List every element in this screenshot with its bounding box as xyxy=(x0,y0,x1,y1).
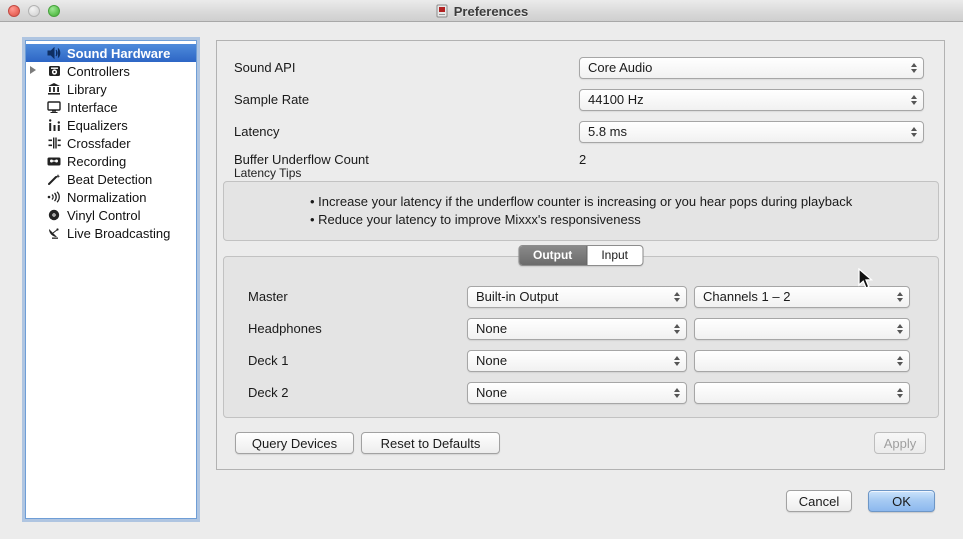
sound-api-value: Core Audio xyxy=(588,58,905,78)
sidebar-item-recording[interactable]: Recording xyxy=(26,152,196,170)
satellite-dish-icon xyxy=(46,226,62,240)
sound-api-row: Sound API Core Audio xyxy=(217,57,944,79)
sample-rate-select[interactable]: 44100 Hz xyxy=(579,89,924,111)
deck2-row: Deck 2 None xyxy=(224,382,938,404)
latency-select[interactable]: 5.8 ms xyxy=(579,121,924,143)
sidebar-item-label: Beat Detection xyxy=(67,172,152,187)
sidebar-item-live-broadcasting[interactable]: Live Broadcasting xyxy=(26,224,196,242)
stepper-arrows-icon xyxy=(668,287,686,307)
title-bar: Preferences xyxy=(0,0,963,22)
tab-output[interactable]: Output xyxy=(519,246,587,265)
headphones-row: Headphones None xyxy=(224,318,938,340)
sample-rate-label: Sample Rate xyxy=(234,89,309,111)
sidebar-item-normalization[interactable]: Normalization xyxy=(26,188,196,206)
preferences-window: { "window": { "title": "Preferences" }, … xyxy=(0,0,963,539)
master-device-select[interactable]: Built-in Output xyxy=(467,286,687,308)
sidebar-item-beat-detection[interactable]: Beat Detection xyxy=(26,170,196,188)
headphones-channel-select[interactable] xyxy=(694,318,910,340)
equalizer-bars-icon xyxy=(46,118,62,132)
sidebar-item-label: Library xyxy=(67,82,107,97)
controller-icon xyxy=(46,64,62,78)
sidebar-item-label: Equalizers xyxy=(67,118,128,133)
headphones-device-select[interactable]: None xyxy=(467,318,687,340)
master-label: Master xyxy=(248,286,288,308)
stepper-arrows-icon xyxy=(905,58,923,78)
tab-input[interactable]: Input xyxy=(587,246,642,265)
deck1-row: Deck 1 None xyxy=(224,350,938,372)
latency-tip-2: Reduce your latency to improve Mixxx's r… xyxy=(310,211,852,229)
cancel-button[interactable]: Cancel xyxy=(786,490,852,512)
vinyl-disc-icon xyxy=(46,208,62,222)
deck1-device-select[interactable]: None xyxy=(467,350,687,372)
stepper-arrows-icon xyxy=(891,319,909,339)
sidebar-item-label: Live Broadcasting xyxy=(67,226,170,241)
latency-row: Latency 5.8 ms xyxy=(217,121,944,143)
master-channel-value: Channels 1 – 2 xyxy=(703,287,891,307)
deck2-channel-select[interactable] xyxy=(694,382,910,404)
buffer-underflow-row: Buffer Underflow Count 2 xyxy=(217,149,944,171)
latency-label: Latency xyxy=(234,121,280,143)
window-title: Preferences xyxy=(454,4,528,19)
preferences-sidebar: Sound Hardware Controllers Library Inter… xyxy=(25,40,197,519)
sidebar-item-library[interactable]: Library xyxy=(26,80,196,98)
sound-hardware-panel: Sound API Core Audio Sample Rate 44100 H… xyxy=(216,40,945,470)
sidebar-item-label: Sound Hardware xyxy=(67,46,170,61)
stepper-arrows-icon xyxy=(668,383,686,403)
output-group-box: Master Built-in Output Channels 1 – 2 He… xyxy=(223,256,939,418)
cassette-icon xyxy=(46,154,62,168)
library-icon xyxy=(46,82,62,96)
apply-button[interactable]: Apply xyxy=(874,432,926,454)
headphones-label: Headphones xyxy=(248,318,322,340)
deck1-label: Deck 1 xyxy=(248,350,288,372)
monitor-icon xyxy=(46,100,62,114)
master-channel-select[interactable]: Channels 1 – 2 xyxy=(694,286,910,308)
sample-rate-row: Sample Rate 44100 Hz xyxy=(217,89,944,111)
reset-to-defaults-button[interactable]: Reset to Defaults xyxy=(361,432,500,454)
stepper-arrows-icon xyxy=(668,351,686,371)
sidebar-item-controllers[interactable]: Controllers xyxy=(26,62,196,80)
ok-button[interactable]: OK xyxy=(868,490,935,512)
latency-tip-1: Increase your latency if the underflow c… xyxy=(310,193,852,211)
sound-api-label: Sound API xyxy=(234,57,295,79)
io-tab-bar: Output Input xyxy=(518,245,643,266)
deck1-device-value: None xyxy=(476,351,668,371)
headphones-device-value: None xyxy=(476,319,668,339)
master-row: Master Built-in Output Channels 1 – 2 xyxy=(224,286,938,308)
crossfader-icon xyxy=(46,136,62,150)
sound-waves-icon xyxy=(46,190,62,204)
sidebar-item-label: Normalization xyxy=(67,190,146,205)
sound-api-select[interactable]: Core Audio xyxy=(579,57,924,79)
stepper-arrows-icon xyxy=(905,90,923,110)
sidebar-item-label: Controllers xyxy=(67,64,130,79)
deck2-device-select[interactable]: None xyxy=(467,382,687,404)
stepper-arrows-icon xyxy=(891,287,909,307)
sample-rate-value: 44100 Hz xyxy=(588,90,905,110)
sidebar-item-sound-hardware[interactable]: Sound Hardware xyxy=(26,44,196,62)
latency-tips-label: Latency Tips xyxy=(234,166,301,180)
sidebar-item-label: Vinyl Control xyxy=(67,208,140,223)
sidebar-item-equalizers[interactable]: Equalizers xyxy=(26,116,196,134)
sidebar-item-vinyl-control[interactable]: Vinyl Control xyxy=(26,206,196,224)
deck2-label: Deck 2 xyxy=(248,382,288,404)
sidebar-item-label: Crossfader xyxy=(67,136,131,151)
sidebar-item-label: Interface xyxy=(67,100,118,115)
stepper-arrows-icon xyxy=(891,351,909,371)
stepper-arrows-icon xyxy=(905,122,923,142)
deck2-device-value: None xyxy=(476,383,668,403)
sidebar-item-interface[interactable]: Interface xyxy=(26,98,196,116)
query-devices-button[interactable]: Query Devices xyxy=(235,432,354,454)
wand-icon xyxy=(46,172,62,186)
latency-value: 5.8 ms xyxy=(588,122,905,142)
preferences-proxy-icon xyxy=(435,4,449,18)
stepper-arrows-icon xyxy=(668,319,686,339)
latency-tips-box: Increase your latency if the underflow c… xyxy=(223,181,939,241)
sidebar-item-label: Recording xyxy=(67,154,126,169)
deck1-channel-select[interactable] xyxy=(694,350,910,372)
disclosure-triangle-icon[interactable] xyxy=(30,66,36,74)
buffer-underflow-value: 2 xyxy=(579,149,586,171)
sidebar-item-crossfader[interactable]: Crossfader xyxy=(26,134,196,152)
stepper-arrows-icon xyxy=(891,383,909,403)
speaker-icon xyxy=(46,46,62,60)
master-device-value: Built-in Output xyxy=(476,287,668,307)
